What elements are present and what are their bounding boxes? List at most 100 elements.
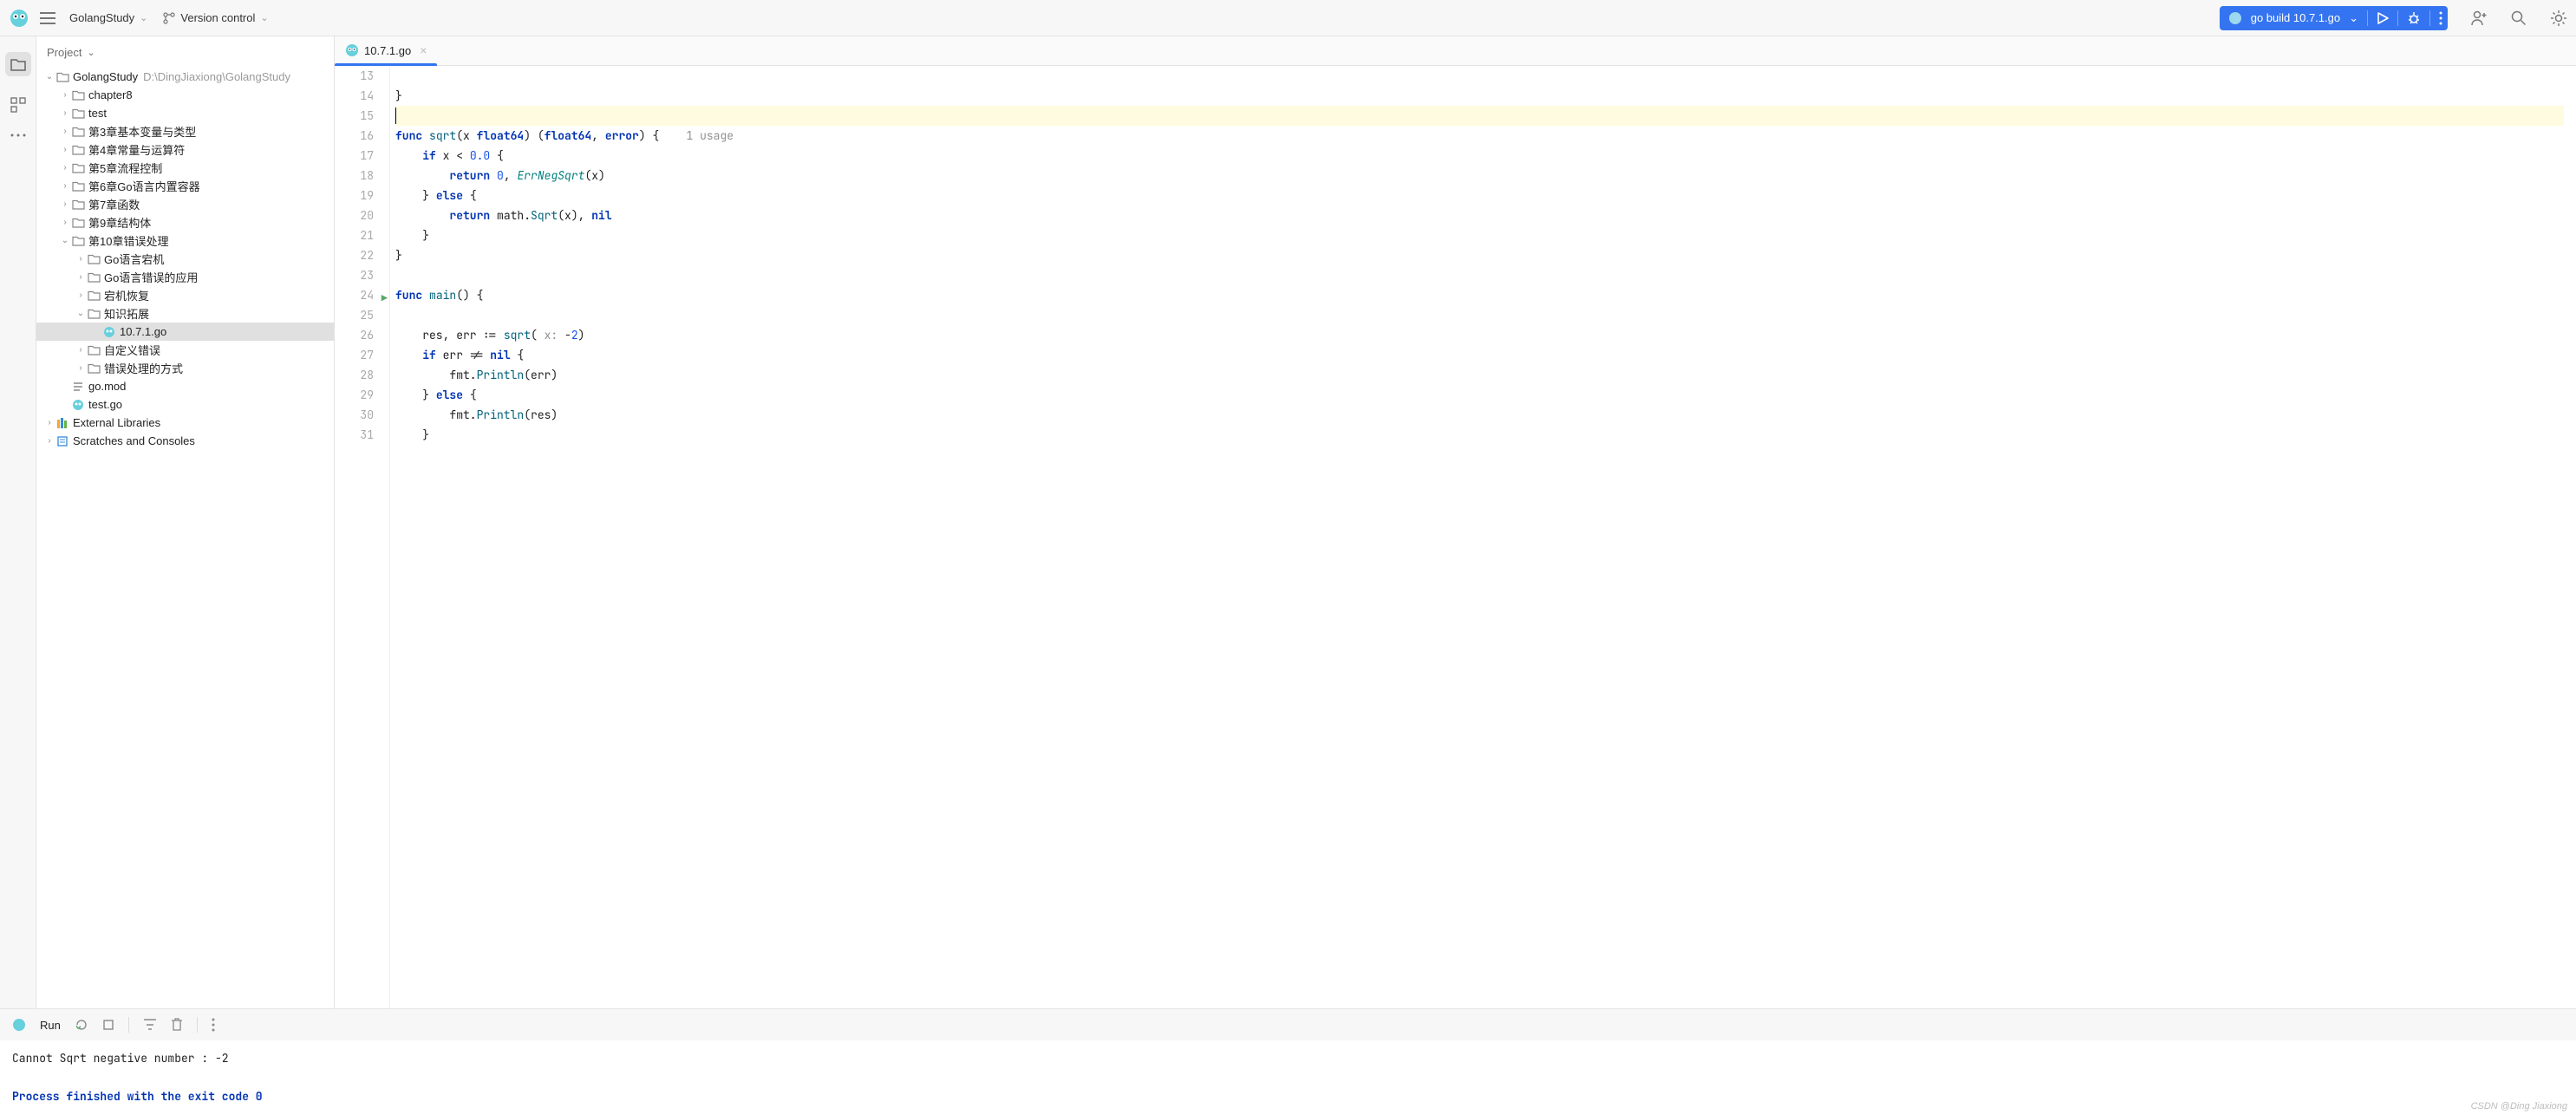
tree-item[interactable]: ›Go语言宕机 [36,250,334,268]
tree-item[interactable]: ›第5章流程控制 [36,159,334,177]
search-icon[interactable] [2510,10,2527,27]
gutter-line: 28 [335,365,389,385]
folder-icon [87,362,101,374]
tree-item-label: Scratches and Consoles [73,434,195,447]
code-line[interactable]: return math.Sqrt(x), nil [395,205,2564,225]
tree-item[interactable]: ›第3章基本变量与类型 [36,122,334,140]
tree-item-label: 知识拓展 [104,305,149,322]
code-line[interactable]: if err != nil { [395,345,2564,365]
run-icon[interactable] [2377,12,2389,24]
code-line[interactable]: } [395,86,2564,106]
tree-item-path: D:\DingJiaxiong\GolangStudy [143,70,290,83]
code-editor[interactable]: 131415161718192021222324▶25262728293031 … [335,66,2576,1008]
gutter-line: 27 [335,345,389,365]
project-crumb[interactable]: GolangStudy ⌄ [69,11,147,24]
code-line[interactable]: } [395,225,2564,245]
tree-item[interactable]: › Scratches and Consoles [36,432,334,450]
run-tool-title: Run [40,1019,61,1032]
tree-item-label: 第7章函数 [88,196,140,212]
project-name: GolangStudy [69,11,134,24]
tree-item[interactable]: ⌄知识拓展 [36,304,334,323]
stop-icon[interactable] [102,1019,114,1031]
structure-tool-icon[interactable] [10,97,26,113]
tree-item[interactable]: ›第7章函数 [36,195,334,213]
tree-item[interactable]: ›宕机恢复 [36,286,334,304]
console-output[interactable]: Cannot Sqrt negative number : -2 Process… [0,1040,2576,1115]
trash-icon[interactable] [171,1018,183,1032]
tree-item[interactable]: ›test [36,104,334,122]
code-line[interactable]: fmt.Println(err) [395,365,2564,385]
tree-item-label: go.mod [88,380,126,393]
tree-item[interactable]: 10.7.1.go [36,323,334,341]
gopher-icon [345,43,359,57]
close-icon[interactable]: × [420,43,427,57]
gutter-line: 31 [335,425,389,445]
add-user-icon[interactable] [2470,10,2488,27]
code-line[interactable]: } else { [395,186,2564,205]
code-line[interactable]: return 0, ErrNegSqrt(x) [395,166,2564,186]
folder-icon [87,253,101,264]
code-line[interactable] [395,106,2564,126]
editor-content[interactable]: } func sqrt(x float64) (float64, error) {… [390,66,2564,1008]
gutter-line: 16 [335,126,389,146]
tree-item-label: 自定义错误 [104,342,160,358]
tree-item[interactable]: ›错误处理的方式 [36,359,334,377]
project-sidebar: Project ⌄ ⌄GolangStudyD:\DingJiaxiong\Go… [36,36,335,1008]
code-line[interactable]: } [395,245,2564,265]
code-line[interactable]: func main() { [395,285,2564,305]
code-line[interactable] [395,66,2564,86]
code-line[interactable] [395,265,2564,285]
code-line[interactable]: fmt.Println(res) [395,405,2564,425]
code-line[interactable]: func sqrt(x float64) (float64, error) { … [395,126,2564,146]
gopher-icon [12,1018,26,1032]
project-tool-icon[interactable] [5,52,31,76]
tree-item[interactable]: ›自定义错误 [36,341,334,359]
tree-chevron-icon: › [43,436,55,446]
tree-item[interactable]: ⌄GolangStudyD:\DingJiaxiong\GolangStudy [36,68,334,86]
code-line[interactable]: } [395,425,2564,445]
tree-item[interactable]: ›chapter8 [36,86,334,104]
tree-chevron-icon: › [75,272,87,282]
editor-tab[interactable]: 10.7.1.go × [335,36,437,65]
tree-item[interactable]: ›Go语言错误的应用 [36,268,334,286]
tree-item[interactable]: ›第4章常量与运算符 [36,140,334,159]
sidebar-header[interactable]: Project ⌄ [36,36,334,68]
run-tool-header: Run [0,1009,2576,1040]
branch-icon [163,12,175,24]
code-line[interactable] [395,305,2564,325]
tree-item-label: 错误处理的方式 [104,360,183,376]
chevron-down-icon: ⌄ [2349,11,2358,25]
filter-icon[interactable] [143,1018,157,1032]
tree-item-label: 第5章流程控制 [88,160,162,176]
code-line[interactable]: if x < 0.0 { [395,146,2564,166]
more-icon[interactable] [212,1018,215,1032]
debug-icon[interactable] [2407,11,2421,25]
tree-item[interactable]: test.go [36,395,334,414]
gutter-line: 15 [335,106,389,126]
editor-scroll-strip[interactable] [2564,66,2576,1008]
rerun-icon[interactable] [75,1018,88,1032]
tree-item[interactable]: ›External Libraries [36,414,334,432]
tree-item-label: 第9章结构体 [88,214,151,231]
run-config-selector[interactable]: go build 10.7.1.go ⌄ [2220,6,2448,30]
folder-icon [55,71,69,82]
gutter-line: 29 [335,385,389,405]
folder-icon [71,89,85,101]
tree-item[interactable]: ⌄第10章错误处理 [36,231,334,250]
folder-icon [71,199,85,210]
code-line[interactable]: res, err := sqrt( x: -2) [395,325,2564,345]
tree-item[interactable]: ›第9章结构体 [36,213,334,231]
menu-icon[interactable] [40,12,55,24]
gear-icon[interactable] [2550,10,2567,27]
code-line[interactable]: } else { [395,385,2564,405]
tree-item[interactable]: ›第6章Go语言内置容器 [36,177,334,195]
tree-item-label: test.go [88,398,122,411]
more-tool-icon[interactable] [10,134,26,137]
project-tree[interactable]: ⌄GolangStudyD:\DingJiaxiong\GolangStudy›… [36,68,334,1008]
vcs-crumb[interactable]: Version control ⌄ [163,11,268,24]
tree-item-label: test [88,107,107,120]
more-icon[interactable] [2439,11,2442,25]
folder-icon [71,180,85,192]
tree-chevron-icon: › [59,145,71,154]
tree-item[interactable]: go.mod [36,377,334,395]
